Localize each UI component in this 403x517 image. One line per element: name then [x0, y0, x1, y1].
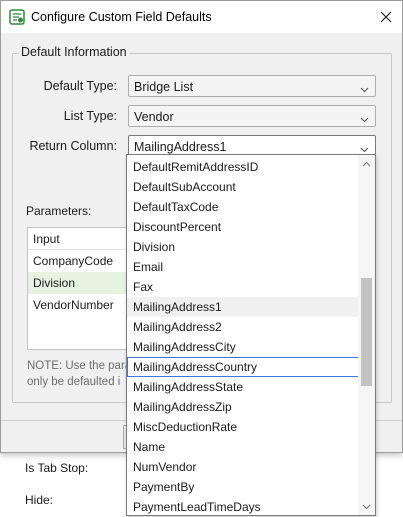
grid-row[interactable]: VendorNumber	[28, 294, 136, 316]
note-line-2: only be defaulted i	[27, 376, 121, 388]
scroll-up-icon[interactable]	[358, 155, 375, 172]
dropdown-item[interactable]: DiscountPercent	[127, 217, 359, 237]
dropdown-item[interactable]: MiscDeductionRate	[127, 417, 359, 437]
grid-header-input: Input	[28, 228, 136, 250]
grid-row[interactable]: CompanyCode	[28, 250, 136, 272]
dropdown-item[interactable]: MailingAddressCountry	[127, 357, 359, 377]
title-bar: Configure Custom Field Defaults	[1, 1, 402, 33]
tab-stop-label: Is Tab Stop:	[25, 461, 89, 475]
note-text: NOTE: Use the para only be defaulted i	[27, 358, 137, 390]
dropdown-items: DefaultRemitAddressID DefaultSubAccount De…	[127, 157, 359, 515]
chevron-down-icon	[360, 82, 369, 96]
dropdown-item[interactable]: Name	[127, 437, 359, 457]
app-icon	[9, 9, 25, 25]
dropdown-item[interactable]: Email	[127, 257, 359, 277]
list-type-combo[interactable]: Vendor	[128, 105, 376, 127]
dropdown-item[interactable]: MailingAddress2	[127, 317, 359, 337]
group-title: Default Information	[19, 45, 129, 59]
dropdown-item[interactable]: PaymentLeadTimeDays	[127, 497, 359, 515]
dropdown-item[interactable]: MailingAddressZip	[127, 397, 359, 417]
default-type-value: Bridge List	[134, 80, 194, 94]
dropdown-item[interactable]: DefaultRemitAddressID	[127, 157, 359, 177]
default-type-label: Default Type:	[43, 79, 117, 93]
dialog-title: Configure Custom Field Defaults	[31, 10, 212, 24]
return-column-label: Return Column:	[29, 139, 117, 153]
list-type-label: List Type:	[63, 109, 117, 123]
close-icon[interactable]	[370, 1, 402, 33]
parameters-grid: Input CompanyCode Division VendorNumber	[27, 227, 137, 350]
scrollbar-thumb[interactable]	[361, 278, 372, 386]
dropdown-item[interactable]: PaymentBy	[127, 477, 359, 497]
list-type-value: Vendor	[134, 110, 174, 124]
parameters-label: Parameters:	[26, 204, 92, 218]
dropdown-scrollbar[interactable]	[358, 155, 375, 515]
return-column-dropdown-list[interactable]: DefaultRemitAddressID DefaultSubAccount De…	[126, 154, 376, 516]
chevron-down-icon	[360, 112, 369, 126]
dropdown-item[interactable]: NumVendor	[127, 457, 359, 477]
default-type-combo[interactable]: Bridge List	[128, 75, 376, 97]
dropdown-item[interactable]: Fax	[127, 277, 359, 297]
grid-row[interactable]: Division	[28, 272, 136, 294]
dropdown-item[interactable]: MailingAddress1	[127, 297, 359, 317]
note-line-1: NOTE: Use the para	[27, 360, 132, 372]
dropdown-item[interactable]: Division	[127, 237, 359, 257]
hide-label: Hide:	[25, 493, 54, 507]
dropdown-item[interactable]: MailingAddressState	[127, 377, 359, 397]
dropdown-item[interactable]: DefaultTaxCode	[127, 197, 359, 217]
dropdown-item[interactable]: MailingAddressCity	[127, 337, 359, 357]
scroll-down-icon[interactable]	[358, 498, 375, 515]
return-column-value: MailingAddress1	[134, 140, 227, 154]
dropdown-item[interactable]: DefaultSubAccount	[127, 177, 359, 197]
